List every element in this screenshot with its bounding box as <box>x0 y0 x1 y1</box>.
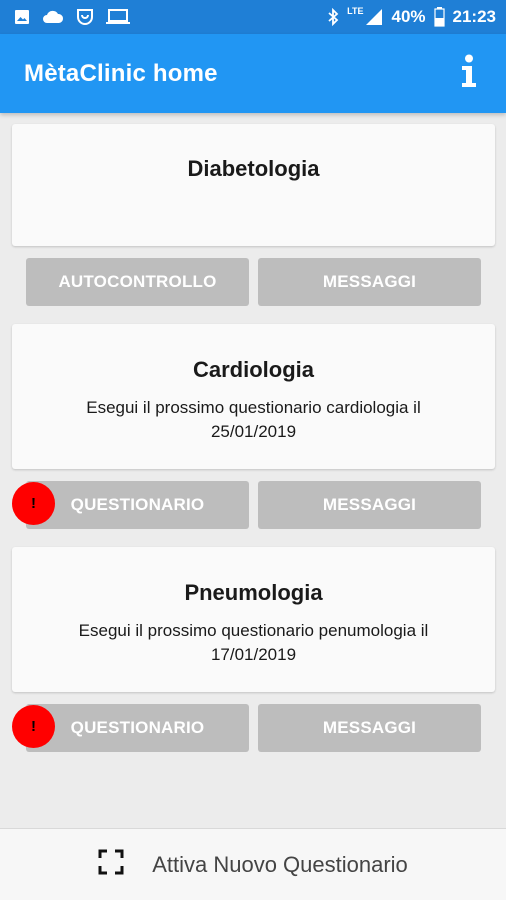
shield-notification-icon <box>76 8 94 26</box>
card-reminder-text: Esegui il prossimo questionario cardiolo… <box>86 398 421 441</box>
card-reminder-text: Esegui il prossimo questionario penumolo… <box>78 621 429 664</box>
status-bar-left <box>14 8 130 26</box>
messaggi-button-cardiologia[interactable]: MESSAGGI <box>258 481 481 529</box>
messaggi-button-pneumologia[interactable]: MESSAGGI <box>258 704 481 752</box>
signal-icon <box>365 8 383 26</box>
activate-questionnaire-button[interactable]: Attiva Nuovo Questionario <box>0 828 506 900</box>
info-button[interactable] <box>454 54 484 94</box>
battery-icon <box>433 7 445 27</box>
app-bar: MètaClinic home <box>0 34 506 113</box>
card-title: Cardiologia <box>192 357 314 382</box>
bluetooth-icon <box>327 8 339 26</box>
card-cardiologia: Cardiologia Esegui il prossimo questiona… <box>12 324 495 469</box>
card-title: Pneumologia <box>184 580 323 605</box>
card-diabetologia: Diabetologia <box>12 124 495 246</box>
alert-badge: ! <box>12 705 55 748</box>
page-title: MètaClinic home <box>24 59 218 87</box>
cloud-icon <box>42 9 64 25</box>
card-pneumologia: Pneumologia Esegui il prossimo questiona… <box>12 547 495 692</box>
messaggi-button-diabetologia[interactable]: MESSAGGI <box>258 258 481 306</box>
status-bar: LTE 40% 21:23 <box>0 0 506 34</box>
image-icon <box>14 9 30 25</box>
status-bar-right: LTE 40% 21:23 <box>327 5 496 27</box>
alert-badge: ! <box>12 482 55 525</box>
laptop-icon <box>106 9 130 25</box>
info-icon <box>461 54 477 93</box>
lte-label: LTE <box>347 5 364 16</box>
battery-percent: 40% <box>391 7 426 26</box>
activate-questionnaire-label: Attiva Nuovo Questionario <box>152 851 408 877</box>
autocontrollo-button[interactable]: AUTOCONTROLLO <box>26 258 249 306</box>
scan-frame-icon <box>98 849 124 880</box>
questionario-button-cardiologia[interactable]: QUESTIONARIO <box>26 481 249 529</box>
questionario-button-pneumologia[interactable]: QUESTIONARIO <box>26 704 249 752</box>
card-title: Diabetologia <box>187 156 320 181</box>
status-time: 21:23 <box>452 7 496 26</box>
